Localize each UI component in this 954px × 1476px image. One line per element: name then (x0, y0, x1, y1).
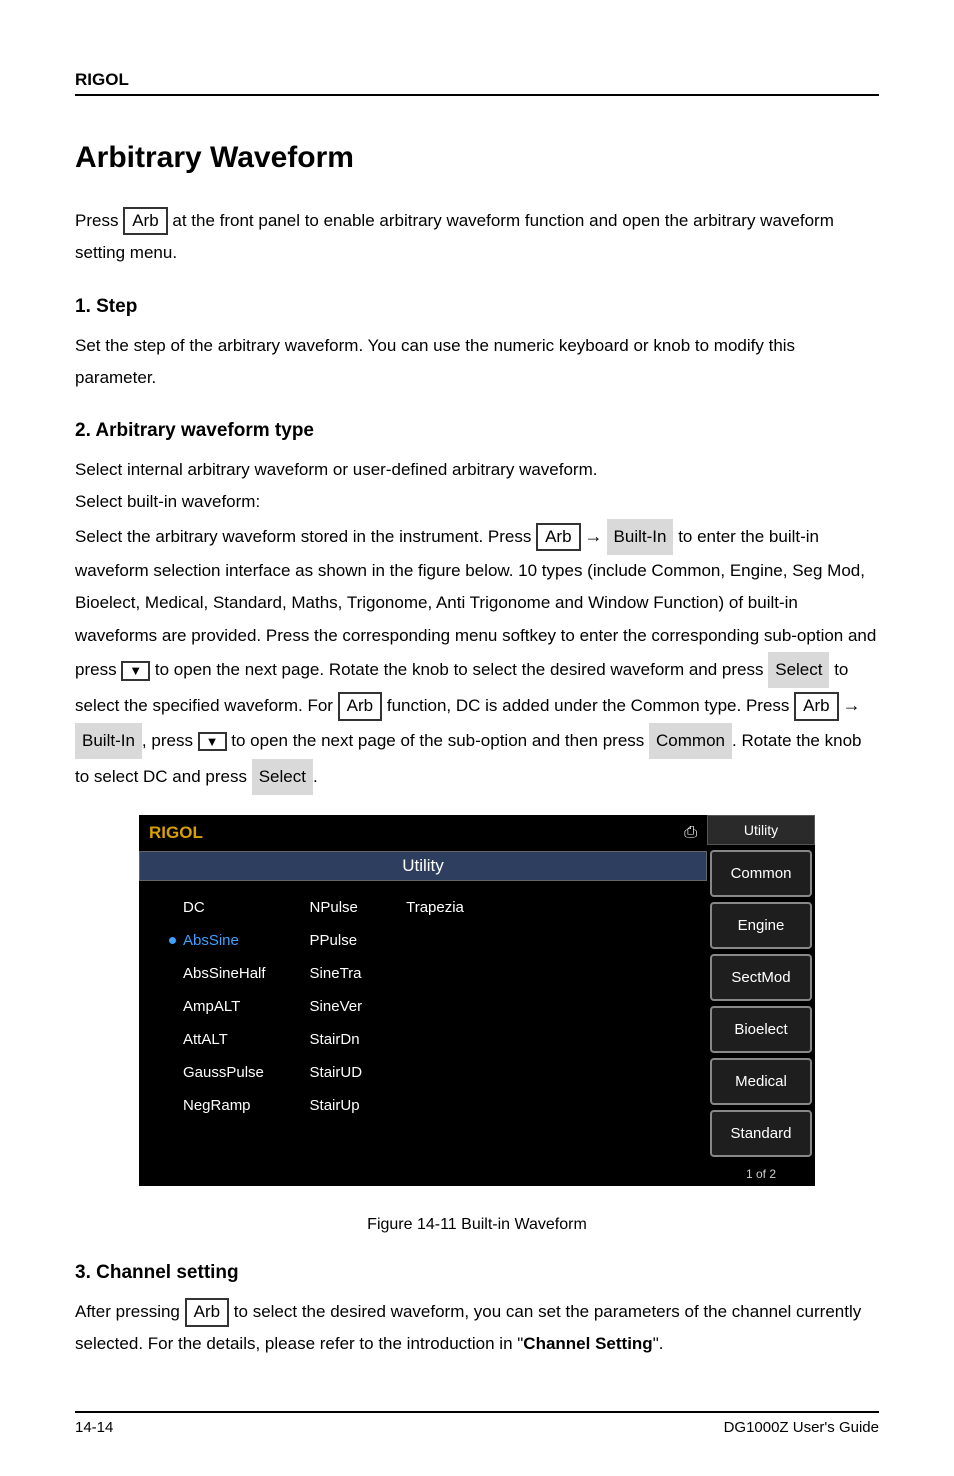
text: ". (653, 1334, 664, 1353)
waveform-label: AbsSine (183, 932, 239, 949)
text: Select the arbitrary waveform stored in … (75, 527, 536, 546)
waveform-label: AbsSineHalf (183, 965, 266, 982)
waveform-label: Trapezia (406, 899, 464, 916)
waveform-item[interactable]: StairDn (296, 1031, 363, 1048)
select-softkey: Select (252, 759, 313, 795)
arrow-icon: → (843, 695, 861, 715)
category-softkey[interactable]: SectMod (710, 954, 812, 1001)
waveform-item[interactable]: AmpALT (169, 998, 266, 1015)
softkey-header: Utility (707, 815, 815, 845)
waveform-item[interactable]: DC (169, 899, 266, 916)
waveform-label: SineTra (310, 965, 362, 982)
text: to open the next page of the sub-option … (227, 731, 649, 750)
waveform-label: AmpALT (183, 998, 240, 1015)
page-indicator: 1 of 2 (707, 1162, 815, 1186)
waveform-item[interactable]: StairUp (296, 1097, 363, 1114)
text: to enter the built-in waveform selection… (75, 527, 876, 679)
arb-key: Arb (185, 1298, 229, 1326)
waveform-item[interactable]: PPulse (296, 932, 363, 949)
xref: Channel Setting (523, 1334, 652, 1353)
waveform-label: NPulse (310, 899, 358, 916)
waveform-label: NegRamp (183, 1097, 251, 1114)
waveform-item[interactable]: AbsSineHalf (169, 965, 266, 982)
waveform-item[interactable]: StairUD (296, 1064, 363, 1081)
select-softkey: Select (768, 652, 829, 688)
waveform-label: DC (183, 899, 205, 916)
page-footer: 14-14 DG1000Z User's Guide (75, 1411, 879, 1436)
waveform-item[interactable]: NPulse (296, 899, 363, 916)
waveform-label: GaussPulse (183, 1064, 264, 1081)
softkey-column: Utility Common Engine SectMod Bioelect Medic… (707, 815, 815, 1186)
waveform-label: AttALT (183, 1031, 228, 1048)
device-screenshot: RIGOL ⎙ Utility DC AbsSine AbsSineHalf AmpA… (139, 815, 815, 1186)
waveform-item[interactable]: SineTra (296, 965, 363, 982)
category-softkey[interactable]: Standard (710, 1110, 812, 1157)
figure-caption: Figure 14-11 Built-in Waveform (75, 1216, 879, 1234)
waveform-label: StairUD (310, 1064, 363, 1081)
builtin-softkey: Built-In (75, 723, 142, 759)
waveform-label: StairDn (310, 1031, 360, 1048)
waveform-item[interactable]: GaussPulse (169, 1064, 266, 1081)
builtin-softkey: Built-In (607, 519, 674, 555)
arrow-icon: → (585, 526, 603, 546)
page-number: 14-14 (75, 1419, 113, 1436)
common-softkey: Common (649, 723, 732, 759)
waveform-label: StairUp (310, 1097, 360, 1114)
text: Press (75, 211, 123, 230)
waveform-label: SineVer (310, 998, 363, 1015)
sub2-body: Select internal arbitrary waveform or us… (75, 454, 879, 795)
text: to open the next page. Rotate the knob t… (150, 660, 768, 679)
intro-paragraph: Press Arb at the front panel to enable a… (75, 205, 879, 270)
text: After pressing (75, 1302, 185, 1321)
utility-title: Utility (139, 851, 707, 881)
sub1-body: Set the step of the arbitrary waveform. … (75, 330, 879, 395)
text: at the front panel to enable arbitrary w… (75, 211, 834, 262)
waveform-item[interactable]: NegRamp (169, 1097, 266, 1114)
text: Select built-in waveform: (75, 492, 260, 511)
waveform-item[interactable]: SineVer (296, 998, 363, 1015)
arb-key: Arb (338, 692, 382, 720)
page-heading: Arbitrary Waveform (75, 141, 879, 175)
sub3-body: After pressing Arb to select the desired… (75, 1296, 879, 1361)
waveform-item[interactable]: Trapezia (392, 899, 464, 916)
titlebar: RIGOL ⎙ (139, 815, 707, 851)
waveform-list: DC AbsSine AbsSineHalf AmpALT AttALT GaussPul… (139, 881, 707, 1167)
usb-icon: ⎙ (684, 824, 697, 842)
rigol-logo: RIGOL (149, 823, 203, 843)
waveform-item[interactable]: AttALT (169, 1031, 266, 1048)
brand-header: RIGOL (75, 70, 879, 96)
category-softkey[interactable]: Engine (710, 902, 812, 949)
waveform-item[interactable]: AbsSine (169, 932, 266, 949)
text: function, DC is added under the Common t… (382, 696, 794, 715)
category-softkey[interactable]: Medical (710, 1058, 812, 1105)
down-arrow-icon: ▼ (121, 661, 150, 681)
down-arrow-icon: ▼ (198, 732, 227, 752)
text: , press (142, 731, 198, 750)
doc-title: DG1000Z User's Guide (724, 1419, 879, 1436)
sub1-heading: 1. Step (75, 296, 879, 318)
sub2-heading: 2. Arbitrary waveform type (75, 420, 879, 442)
selection-dot-icon (169, 937, 176, 944)
sub3-heading: 3. Channel setting (75, 1262, 879, 1284)
text: Select internal arbitrary waveform or us… (75, 460, 597, 479)
text: . (313, 767, 318, 786)
arb-key: Arb (794, 692, 838, 720)
category-softkey[interactable]: Common (710, 850, 812, 897)
category-softkey[interactable]: Bioelect (710, 1006, 812, 1053)
waveform-label: PPulse (310, 932, 358, 949)
arb-key: Arb (536, 523, 580, 551)
arb-key: Arb (123, 207, 167, 235)
